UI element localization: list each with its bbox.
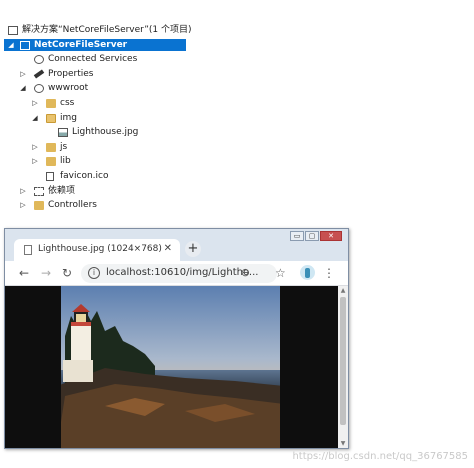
tree-item-label: css [60, 97, 75, 108]
expand-arrow-icon[interactable]: ▷ [19, 199, 27, 212]
globe-icon [34, 84, 44, 94]
tab-title: Lighthouse.jpg (1024×768) [38, 244, 162, 254]
close-window-button[interactable]: ✕ [320, 231, 342, 241]
collapse-arrow-icon[interactable]: ◢ [19, 82, 27, 95]
open-folder-icon [46, 113, 56, 123]
browser-window: ▭ ▢ ✕ Lighthouse.jpg (1024×768) ✕ + ← → … [4, 228, 349, 449]
solution-label: 解决方案“NetCoreFileServer”(1 个项目) [22, 25, 192, 35]
address-bar[interactable]: i localhost:10610/img/Lightho... ⊖ [81, 264, 277, 283]
tree-item-controllers[interactable]: ▷ Controllers [4, 199, 186, 212]
address-url[interactable]: localhost:10610/img/Lightho... [106, 267, 258, 278]
tree-item-favicon[interactable]: favicon.ico [4, 170, 186, 183]
tree-item-lib[interactable]: ▷ lib [4, 155, 186, 168]
tree-item-label: Controllers [48, 200, 97, 211]
minimize-button[interactable]: ▭ [290, 231, 304, 241]
info-icon[interactable]: i [88, 267, 100, 279]
wrench-icon [33, 69, 45, 79]
scroll-up-icon[interactable]: ▲ [339, 287, 347, 294]
browser-toolbar: ← → ↻ i localhost:10610/img/Lightho... ⊖… [5, 261, 348, 286]
browser-tab[interactable]: Lighthouse.jpg (1024×768) ✕ [14, 239, 180, 261]
new-tab-button[interactable]: + [185, 241, 201, 257]
file-icon [46, 171, 54, 181]
tree-item-label: Properties [48, 68, 94, 79]
forward-button[interactable]: → [39, 266, 53, 280]
collapse-arrow-icon[interactable]: ◢ [7, 39, 15, 52]
dependencies-icon [34, 186, 44, 196]
project-icon [20, 40, 30, 50]
vertical-scrollbar[interactable]: ▲ ▼ [338, 286, 348, 448]
expand-arrow-icon[interactable]: ▷ [31, 97, 39, 110]
expand-arrow-icon[interactable]: ▷ [31, 155, 39, 168]
profile-avatar[interactable] [300, 265, 315, 280]
expand-arrow-icon[interactable]: ▷ [19, 68, 27, 81]
tree-item-label: 依赖项 [48, 185, 76, 196]
expand-arrow-icon[interactable]: ▷ [19, 185, 27, 198]
tree-item-wwwroot[interactable]: ◢ wwwroot [4, 82, 186, 95]
tree-item-img[interactable]: ◢ img [4, 112, 186, 125]
tree-item-label: lib [60, 156, 71, 167]
project-node[interactable]: ◢ NetCoreFileServer [4, 38, 186, 52]
zoom-icon[interactable]: ⊖ [241, 266, 250, 279]
tree-item-label: favicon.ico [60, 170, 109, 181]
lighthouse-image [57, 286, 284, 448]
folder-icon [46, 157, 56, 167]
watermark: https://blog.csdn.net/qq_36767585 [292, 451, 468, 462]
maximize-button[interactable]: ▢ [305, 231, 319, 241]
tree-item-label: js [60, 141, 68, 152]
collapse-arrow-icon[interactable]: ◢ [31, 112, 39, 125]
back-button[interactable]: ← [17, 266, 31, 280]
solution-node[interactable]: 解决方案“NetCoreFileServer”(1 个项目) [4, 24, 192, 37]
folder-icon [46, 98, 56, 108]
tree-item-label: Lighthouse.jpg [72, 127, 139, 138]
tree-item-connected-services[interactable]: Connected Services [4, 53, 186, 66]
scroll-down-icon[interactable]: ▼ [339, 440, 347, 447]
tree-item-label: Connected Services [48, 54, 138, 65]
tree-item-properties[interactable]: ▷ Properties [4, 68, 186, 81]
tree-item-dependencies[interactable]: ▷ 依赖项 [4, 185, 186, 198]
scroll-thumb[interactable] [340, 297, 346, 425]
tree-item-label: wwwroot [48, 83, 89, 94]
reload-button[interactable]: ↻ [60, 266, 74, 280]
tree-item-js[interactable]: ▷ js [4, 141, 186, 154]
project-label: NetCoreFileServer [34, 39, 128, 50]
close-tab-button[interactable]: ✕ [164, 243, 172, 254]
page-viewport [5, 286, 338, 448]
expand-arrow-icon[interactable]: ▷ [31, 141, 39, 154]
tree-item-lighthouse-jpg[interactable]: Lighthouse.jpg [4, 126, 186, 139]
bookmark-star-icon[interactable]: ☆ [275, 266, 286, 280]
browser-menu-button[interactable]: ⋮ [323, 266, 335, 280]
page-file-icon [24, 245, 32, 255]
tree-item-label: img [60, 112, 77, 123]
folder-icon [34, 201, 44, 211]
cloud-icon [34, 55, 44, 65]
folder-icon [46, 142, 56, 152]
image-file-icon [58, 128, 68, 138]
tree-item-css[interactable]: ▷ css [4, 97, 186, 110]
solution-explorer: 解决方案“NetCoreFileServer”(1 个项目) ◢ NetCore… [4, 24, 192, 211]
window-controls: ▭ ▢ ✕ [290, 231, 342, 241]
solution-icon [8, 26, 18, 35]
